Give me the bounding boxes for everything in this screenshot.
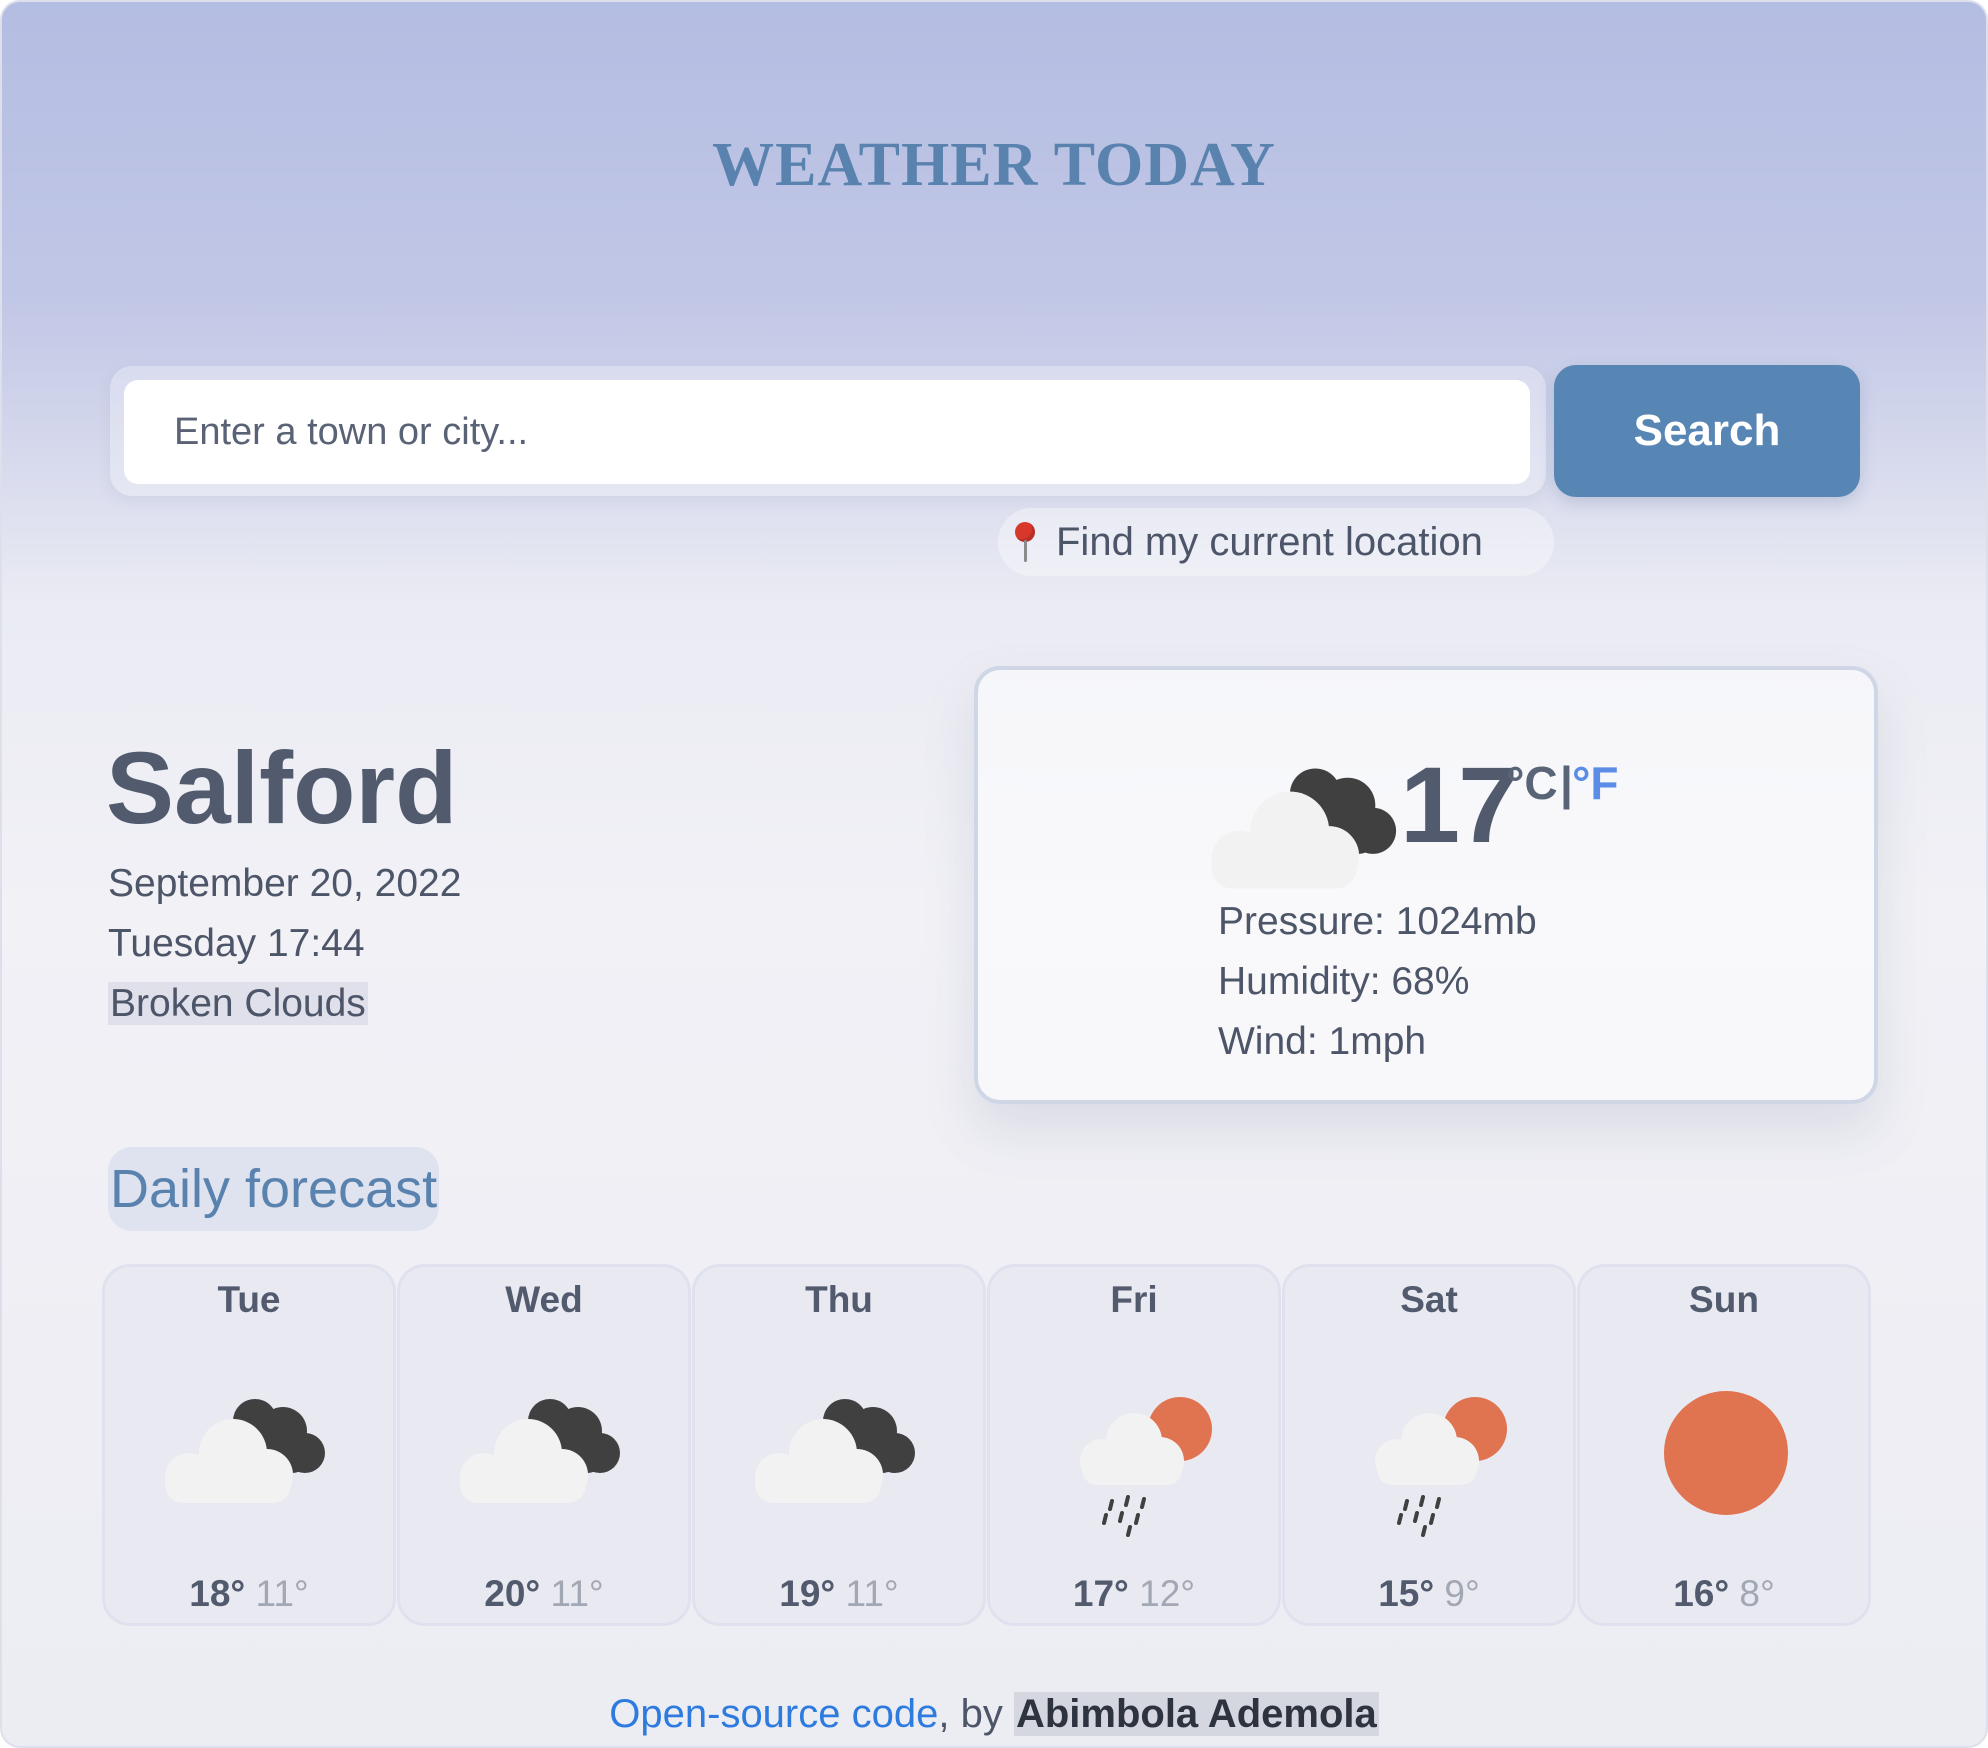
forecast-max-temp: 19° (779, 1573, 836, 1614)
current-day-time: Tuesday 17:44 (108, 922, 365, 965)
forecast-temps: 19° 11° (695, 1573, 983, 1615)
current-date: September 20, 2022 (108, 862, 462, 905)
forecast-day-card: Sun 16° 8° (1577, 1264, 1871, 1626)
forecast-day-name: Sun (1689, 1279, 1759, 1320)
pressure-value: Pressure: 1024mb (1218, 900, 1537, 943)
clear-sun-icon (1664, 1391, 1788, 1515)
sun-rain-icon (1078, 1395, 1214, 1537)
forecast-temps: 15° 9° (1285, 1573, 1573, 1615)
forecast-max-temp: 16° (1673, 1573, 1730, 1614)
search-form (110, 366, 1546, 496)
broken-clouds-icon (1211, 768, 1397, 889)
current-temperature: 17 (1400, 744, 1518, 865)
unit-separator: | (1560, 757, 1573, 809)
forecast-max-temp: 15° (1378, 1573, 1435, 1614)
forecast-day-name: Sat (1400, 1279, 1458, 1320)
forecast-temps: 16° 8° (1580, 1573, 1868, 1615)
current-weather-card: 17 °C | °F Pressure: 1024mb Humidity: 68… (974, 666, 1878, 1104)
forecast-min-temp: 9° (1444, 1573, 1480, 1614)
forecast-temps: 17° 12° (990, 1573, 1278, 1615)
forecast-min-temp: 12° (1139, 1573, 1196, 1614)
search-button[interactable]: Search (1554, 365, 1860, 497)
forecast-min-temp: 11° (550, 1573, 604, 1614)
pin-icon (1006, 518, 1046, 566)
source-code-link[interactable]: Open-source code (609, 1692, 938, 1736)
footer: Open-source code, by Abimbola Ademola (2, 1692, 1986, 1737)
weather-description-line: Broken Clouds (108, 982, 368, 1026)
forecast-day-name: Thu (805, 1279, 873, 1320)
sun-rain-icon (1373, 1395, 1509, 1537)
forecast-day-card: Sat 15° 9° (1282, 1264, 1576, 1626)
weather-app: WEATHER TODAY Search Find my current loc… (0, 0, 1988, 1748)
footer-author: Abimbola Ademola (1013, 1692, 1379, 1736)
forecast-max-temp: 17° (1072, 1573, 1129, 1614)
forecast-min-temp: 11° (255, 1573, 309, 1614)
footer-separator: , by (938, 1692, 1014, 1736)
forecast-min-temp: 11° (845, 1573, 899, 1614)
broken-clouds-icon (165, 1399, 325, 1503)
wind-value: Wind: 1mph (1218, 1020, 1427, 1063)
current-location-button[interactable]: Find my current location (998, 508, 1554, 576)
forecast-max-temp: 18° (189, 1573, 246, 1614)
forecast-day-card: Wed 20° 11° (397, 1264, 691, 1626)
city-name: Salford (106, 731, 458, 845)
humidity-value: Humidity: 68% (1218, 960, 1470, 1003)
forecast-title: Daily forecast (108, 1147, 440, 1231)
page-title: WEATHER TODAY (712, 131, 1276, 199)
celsius-unit[interactable]: °C (1506, 756, 1558, 810)
forecast-day-card: Thu 19° 11° (692, 1264, 986, 1626)
forecast-list: Tue 18° 11° Wed 20° 11° Thu 19° 11° Fri (102, 1264, 1876, 1626)
forecast-day-card: Tue 18° 11° (102, 1264, 396, 1626)
broken-clouds-icon (460, 1399, 620, 1503)
forecast-temps: 18° 11° (105, 1573, 393, 1615)
broken-clouds-icon (755, 1399, 915, 1503)
forecast-day-name: Wed (505, 1279, 583, 1320)
forecast-day-name: Fri (1110, 1279, 1158, 1320)
forecast-temps: 20° 11° (400, 1573, 688, 1615)
forecast-day-card: Fri 17° 12° (987, 1264, 1281, 1626)
forecast-min-temp: 8° (1739, 1573, 1775, 1614)
forecast-max-temp: 20° (484, 1573, 541, 1614)
fahrenheit-unit[interactable]: °F (1572, 756, 1619, 810)
current-location-label: Find my current location (1056, 519, 1483, 564)
weather-description: Broken Clouds (108, 982, 368, 1025)
forecast-day-name: Tue (217, 1279, 281, 1320)
search-input[interactable] (124, 380, 1530, 484)
